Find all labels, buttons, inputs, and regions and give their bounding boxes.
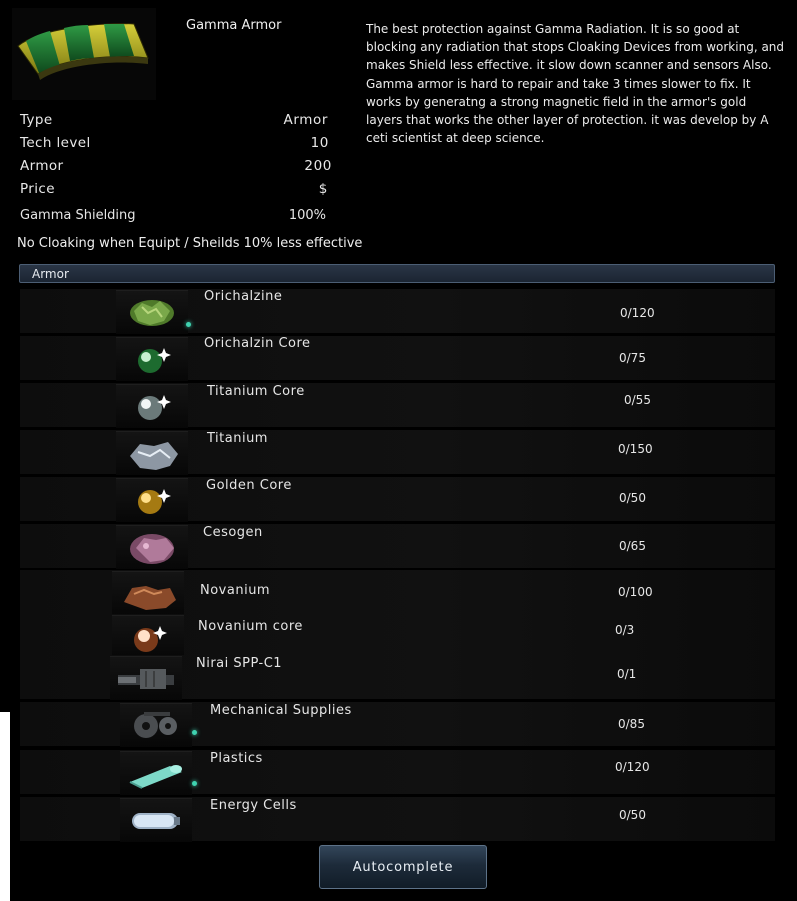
green-ore-icon <box>130 300 174 326</box>
material-count: 0/3 <box>615 623 635 637</box>
material-thumbnail <box>112 571 184 615</box>
status-dot-icon <box>192 781 197 786</box>
material-thumbnail <box>116 478 188 522</box>
stat-label-type: Type <box>20 112 53 128</box>
stat-value-type: Armor <box>283 112 328 128</box>
status-dot-icon <box>186 322 191 327</box>
material-name: Plastics <box>210 751 263 766</box>
material-row: Cesogen 0/65 <box>20 524 777 569</box>
material-count: 0/55 <box>624 393 651 407</box>
material-name: Golden Core <box>206 478 292 493</box>
item-title: Gamma Armor <box>186 18 282 33</box>
equip-warning: No Cloaking when Equipt / Sheilds 10% le… <box>17 236 363 251</box>
golden-core-orb-icon <box>138 489 171 514</box>
material-count: 0/50 <box>619 491 646 505</box>
section-title: Armor <box>32 267 69 281</box>
pink-crystal-ore-icon <box>130 534 174 564</box>
material-name: Energy Cells <box>210 798 297 813</box>
material-name: Orichalzine <box>204 289 283 304</box>
copper-ore-icon <box>124 586 176 610</box>
material-count: 0/65 <box>619 539 646 553</box>
material-row: Novanium 0/100 <box>20 570 777 615</box>
material-name: Titanium <box>207 431 268 446</box>
material-thumbnail <box>116 431 188 475</box>
armor-section-header: Armor <box>19 264 775 283</box>
mechanical-part-icon <box>118 669 174 689</box>
material-row: Golden Core 0/50 <box>20 477 777 522</box>
material-row: Nirai SPP-C1 0/1 <box>20 655 777 700</box>
plastic-roll-icon <box>129 765 182 789</box>
energy-cell-icon <box>132 813 180 829</box>
material-name: Cesogen <box>203 525 263 540</box>
material-name: Nirai SPP-C1 <box>196 656 283 671</box>
silver-core-orb-icon <box>138 395 171 420</box>
stat-value-tech-level: 10 <box>310 135 329 151</box>
material-thumbnail <box>112 615 184 659</box>
material-row: Plastics 0/120 <box>20 750 777 795</box>
material-row: Energy Cells 0/50 <box>20 797 777 842</box>
material-row: Novanium core 0/3 <box>20 614 777 659</box>
material-thumbnail <box>120 703 192 747</box>
stat-value-price: $ <box>318 181 328 197</box>
green-core-orb-icon <box>138 348 171 373</box>
stat-label-armor: Armor <box>20 158 64 174</box>
material-count: 0/120 <box>620 306 655 320</box>
material-row: Titanium Core 0/55 <box>20 383 777 428</box>
gear-chain-icon <box>134 712 177 738</box>
material-row: Mechanical Supplies 0/85 <box>20 702 777 747</box>
material-row: Titanium 0/150 <box>20 430 777 475</box>
material-thumbnail <box>110 656 182 700</box>
autocomplete-button[interactable]: Autocomplete <box>319 845 487 889</box>
material-name: Novanium core <box>198 619 303 634</box>
material-row: Orichalzine 0/120 <box>20 289 777 334</box>
material-thumbnail <box>116 525 188 569</box>
material-name: Novanium <box>200 583 271 598</box>
material-count: 0/1 <box>617 667 637 681</box>
window-edge <box>0 712 10 901</box>
status-dot-icon <box>192 730 197 735</box>
material-thumbnail <box>116 290 188 334</box>
material-count: 0/100 <box>618 585 653 599</box>
material-count: 0/75 <box>619 351 646 365</box>
material-name: Orichalzin Core <box>204 336 311 351</box>
gamma-shielding-value: 100% <box>288 208 326 223</box>
material-thumbnail <box>116 337 188 381</box>
item-description: The best protection against Gamma Radiat… <box>366 22 785 146</box>
gamma-shielding-label: Gamma Shielding <box>20 208 136 223</box>
stat-label-tech-level: Tech level <box>20 135 91 151</box>
item-image <box>12 8 156 100</box>
material-thumbnail <box>120 798 192 842</box>
stat-label-price: Price <box>20 181 55 197</box>
material-row: Orichalzin Core 0/75 <box>20 336 777 381</box>
material-name: Mechanical Supplies <box>210 703 352 718</box>
material-thumbnail <box>120 751 192 795</box>
material-count: 0/120 <box>615 760 650 774</box>
stat-value-armor: 200 <box>304 158 332 174</box>
gamma-armor-icon <box>17 23 149 80</box>
material-thumbnail <box>116 384 188 428</box>
material-name: Titanium Core <box>207 384 305 399</box>
copper-core-orb-icon <box>134 626 167 652</box>
material-count: 0/150 <box>618 442 653 456</box>
material-count: 0/85 <box>618 717 645 731</box>
material-count: 0/50 <box>619 808 646 822</box>
titanium-ore-icon <box>130 442 178 470</box>
